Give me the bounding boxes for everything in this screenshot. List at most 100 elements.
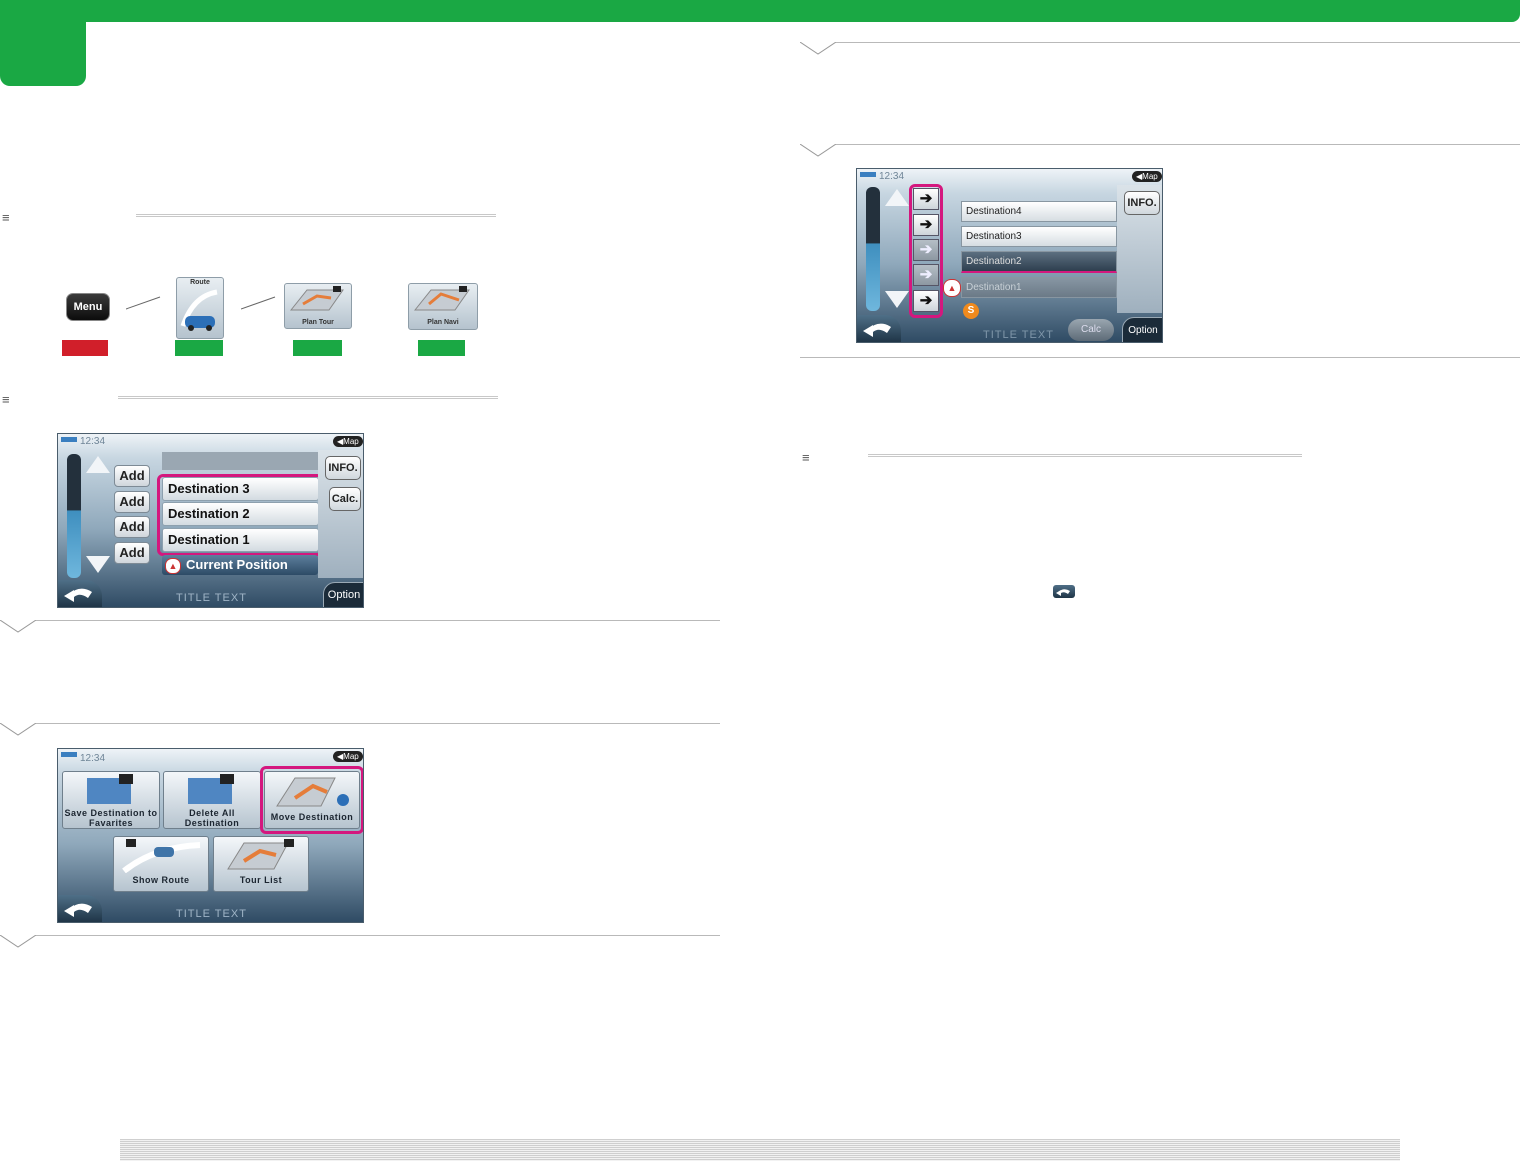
divider	[836, 42, 1520, 43]
back-button[interactable]	[58, 895, 102, 922]
back-arrow-icon	[1056, 589, 1070, 596]
scroll-up-icon[interactable]	[885, 189, 909, 206]
flow-arrow-icon	[126, 296, 161, 310]
flow-arrow-icon	[241, 296, 276, 310]
notch-marker	[0, 723, 36, 736]
title-text: TITLE TEXT	[176, 592, 247, 604]
destination-row-selected[interactable]: Destination2	[961, 251, 1117, 273]
show-route-label: Show Route	[132, 875, 190, 885]
destination-row[interactable]: Destination1	[961, 277, 1117, 298]
plan-tour-icon	[289, 286, 344, 311]
battery-icon	[61, 752, 77, 757]
back-arrow-icon	[64, 588, 92, 602]
destination-row[interactable]: Destination3	[961, 226, 1117, 247]
scrollbar[interactable]	[67, 454, 81, 578]
clock: 12:34	[879, 171, 905, 182]
map-button[interactable]: ◀Map	[1132, 171, 1162, 182]
start-badge: S	[963, 303, 979, 319]
title-text: TITLE TEXT	[983, 329, 1054, 341]
empty-row	[162, 452, 318, 470]
option-button[interactable]: Option	[1122, 317, 1162, 342]
map-button-label: Map	[343, 437, 359, 446]
back-button-icon	[1053, 585, 1075, 598]
add-button[interactable]: Add	[114, 542, 150, 564]
divider	[36, 935, 720, 936]
divider	[36, 620, 720, 621]
add-button[interactable]: Add	[114, 516, 150, 538]
label-green-swatch	[175, 340, 223, 356]
highlight-box	[157, 474, 323, 556]
folder-flag-icon	[87, 774, 133, 804]
car-icon	[180, 289, 218, 331]
label-green-swatch	[293, 340, 342, 356]
notch-marker	[0, 935, 36, 948]
tour-list-label: Tour List	[239, 875, 283, 885]
label-red-swatch	[62, 340, 108, 356]
back-arrow-icon	[863, 323, 891, 337]
divider	[36, 723, 720, 724]
info-button[interactable]: INFO.	[325, 456, 361, 480]
tour-list-icon	[227, 839, 294, 870]
plan-navi-menu-item[interactable]: Plan Navi	[408, 283, 478, 330]
divider	[800, 357, 1520, 358]
route-label: Route	[190, 279, 210, 286]
back-arrow-icon	[64, 903, 92, 917]
clock: 12:34	[80, 436, 106, 447]
show-route-icon	[122, 839, 201, 874]
current-position-label: Current Position	[186, 557, 288, 572]
calc-button[interactable]: Calc	[1068, 319, 1114, 341]
move-destination-screen: 12:34 ◀Map ➔ ➔ ➔ ➔ ➔ Destination4 Destin…	[856, 168, 1163, 343]
section-header-line	[118, 396, 498, 400]
destination-row[interactable]: Destination4	[961, 201, 1117, 222]
back-button[interactable]	[857, 315, 901, 342]
current-position-row[interactable]: ▲ Current Position	[162, 555, 318, 575]
battery-icon	[860, 172, 876, 177]
tour-list-tile[interactable]: Tour List	[213, 836, 309, 892]
folder-flag-icon	[188, 774, 234, 804]
top-green-bar	[0, 0, 1520, 22]
scroll-up-icon[interactable]	[86, 456, 110, 473]
map-button[interactable]: ◀Map	[333, 436, 363, 447]
notch-marker	[0, 620, 36, 633]
notch-marker	[800, 144, 836, 157]
highlight-box	[909, 184, 943, 318]
map-button-label: Map	[1142, 172, 1158, 181]
add-button[interactable]: Add	[114, 465, 150, 487]
menu-button[interactable]: Menu	[66, 293, 110, 321]
map-button[interactable]: ◀Map	[333, 751, 363, 762]
label-green-swatch	[418, 340, 465, 356]
highlight-box	[260, 766, 363, 834]
scroll-down-icon[interactable]	[885, 291, 909, 308]
save-destination-label: Save Destination to Favarites	[64, 808, 158, 828]
section-header-line	[136, 214, 496, 218]
plan-tour-menu-item[interactable]: Plan Tour	[284, 283, 352, 329]
route-menu-item[interactable]: Route	[176, 277, 224, 339]
clock: 12:34	[80, 753, 106, 764]
save-destination-tile[interactable]: Save Destination to Favarites	[62, 771, 160, 829]
section-menu-icon: ≡	[2, 392, 10, 407]
position-marker-icon: ▲	[943, 279, 961, 297]
route-options-screen: 12:34 ◀Map Save Destination to Favarites…	[57, 748, 364, 923]
title-text: TITLE TEXT	[176, 908, 247, 920]
scroll-down-icon[interactable]	[86, 556, 110, 573]
add-button[interactable]: Add	[114, 491, 150, 513]
option-button[interactable]: Option	[323, 582, 363, 607]
battery-icon	[61, 437, 77, 442]
divider	[836, 144, 1520, 145]
plan-navi-icon	[413, 286, 470, 311]
plan-tour-label: Plan Tour	[302, 319, 334, 326]
scrollbar[interactable]	[866, 187, 880, 311]
notch-marker	[800, 42, 836, 55]
map-button-label: Map	[343, 752, 359, 761]
delete-all-tile[interactable]: Delete All Destination	[163, 771, 261, 829]
info-button[interactable]: INFO.	[1124, 191, 1160, 215]
section-menu-icon: ≡	[802, 450, 810, 465]
chapter-tab	[0, 0, 86, 86]
section-menu-icon: ≡	[2, 210, 10, 225]
back-button[interactable]	[58, 580, 102, 607]
section-header-line	[868, 454, 1302, 458]
position-marker-icon: ▲	[165, 558, 181, 574]
show-route-tile[interactable]: Show Route	[113, 836, 209, 892]
calc-button[interactable]: Calc.	[329, 487, 361, 511]
destination-list-screen: 12:34 ◀Map Add Add Add Add Destination 3…	[57, 433, 364, 608]
